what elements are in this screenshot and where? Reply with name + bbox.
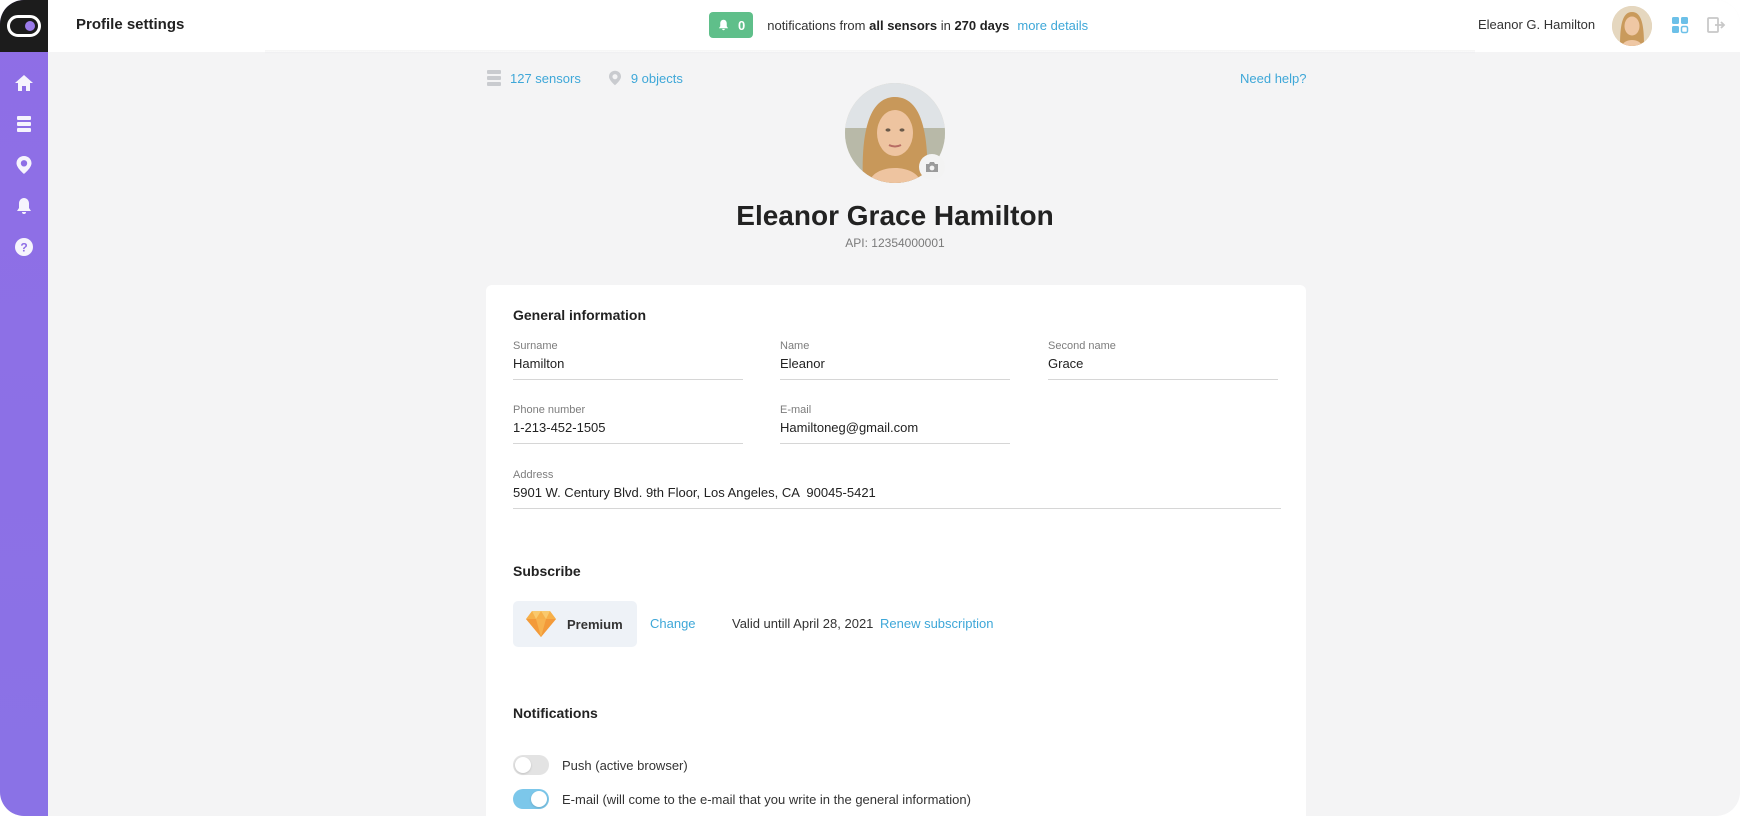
address-input[interactable] [513,485,1281,509]
sidebar-item-home[interactable] [0,62,48,103]
phone-label: Phone number [513,404,586,416]
notification-text-in: in [940,17,951,33]
location-pin-icon [608,70,621,86]
second-name-input[interactable] [1048,356,1278,380]
sensors-count: 127 sensors [510,70,581,86]
notification-period: 270 days [954,17,1010,33]
need-help-link[interactable]: Need help? [1240,71,1307,86]
surname-label: Surname [513,340,558,352]
page-title: Profile settings [76,16,185,33]
apps-grid-icon[interactable] [1670,15,1690,35]
home-icon [15,74,33,91]
bell-icon [718,19,729,31]
sensors-stat[interactable]: 127 sensors [486,69,581,87]
general-info-title: General information [513,307,647,323]
name-field: Name [780,340,1010,380]
push-toggle[interactable] [513,755,549,775]
name-input[interactable] [780,356,1010,380]
notification-badge[interactable]: 0 [709,12,754,38]
profile-full-name: Eleanor Grace Hamilton [736,200,1054,231]
objects-count: 9 objects [630,70,683,86]
phone-field: Phone number [513,404,743,444]
location-pin-icon [16,155,32,174]
top-bar: Profile settings 0 notifications from al… [48,0,1740,52]
camera-icon [926,162,938,172]
change-plan-link[interactable]: Change [650,616,696,631]
email-label: E-mail [780,404,812,416]
email-input[interactable] [780,420,1010,444]
push-toggle-knob [515,757,531,773]
email-toggle-label: E-mail (will come to the e-mail that you… [562,792,971,807]
logout-icon[interactable] [1706,15,1726,35]
phone-input[interactable] [513,420,743,444]
notification-text-prefix: notifications from [767,17,866,33]
email-toggle-knob [531,791,547,807]
current-user-name[interactable]: Eleanor G. Hamilton [1478,17,1595,32]
user-avatar[interactable] [1612,6,1652,46]
subscription-validity: Valid untill April 28, 2021 [732,616,874,631]
objects-stat[interactable]: 9 objects [607,69,683,87]
sidebar-item-objects[interactable] [0,144,48,185]
name-label: Name [780,340,810,352]
plan-name: Premium [567,616,623,632]
sidebar-item-sensors[interactable] [0,103,48,144]
diamond-icon [526,611,556,637]
sensors-icon [487,70,501,86]
address-field: Address [513,469,1281,509]
change-photo-button[interactable] [919,154,945,180]
address-label: Address [513,469,554,481]
push-toggle-label: Push (active browser) [562,758,688,773]
subscribe-title: Subscribe [513,563,581,579]
renew-subscription-link[interactable]: Renew subscription [880,616,993,631]
stats-row: 127 sensors 9 objects [486,69,683,87]
profile-api-id: API: 12354000001 [845,236,945,250]
email-field: E-mail [780,404,1010,444]
more-details-link[interactable]: more details [1017,18,1088,33]
sidebar: ? [0,0,48,816]
notification-summary: 0 notifications from all sensors in 270 … [709,12,1088,38]
email-toggle[interactable] [513,789,549,809]
notification-count: 0 [738,17,746,33]
app-window: ? Profile settings 0 notifications from … [0,0,1740,816]
top-bar-shadow [265,50,1475,54]
app-logo[interactable] [0,0,48,52]
avatar-portrait-icon [1612,6,1652,46]
surname-input[interactable] [513,356,743,380]
notifications-title: Notifications [513,705,598,721]
notification-text: notifications from all sensors in 270 da… [767,18,1009,33]
plan-badge: Premium [513,601,637,647]
logo-icon [7,15,41,37]
settings-card: General information Surname Name Second … [486,285,1306,816]
surname-field: Surname [513,340,743,380]
sensors-icon [17,115,31,132]
second-name-label: Second name [1048,340,1116,352]
second-name-field: Second name [1048,340,1278,380]
notification-sensors-scope: all sensors [869,17,938,33]
